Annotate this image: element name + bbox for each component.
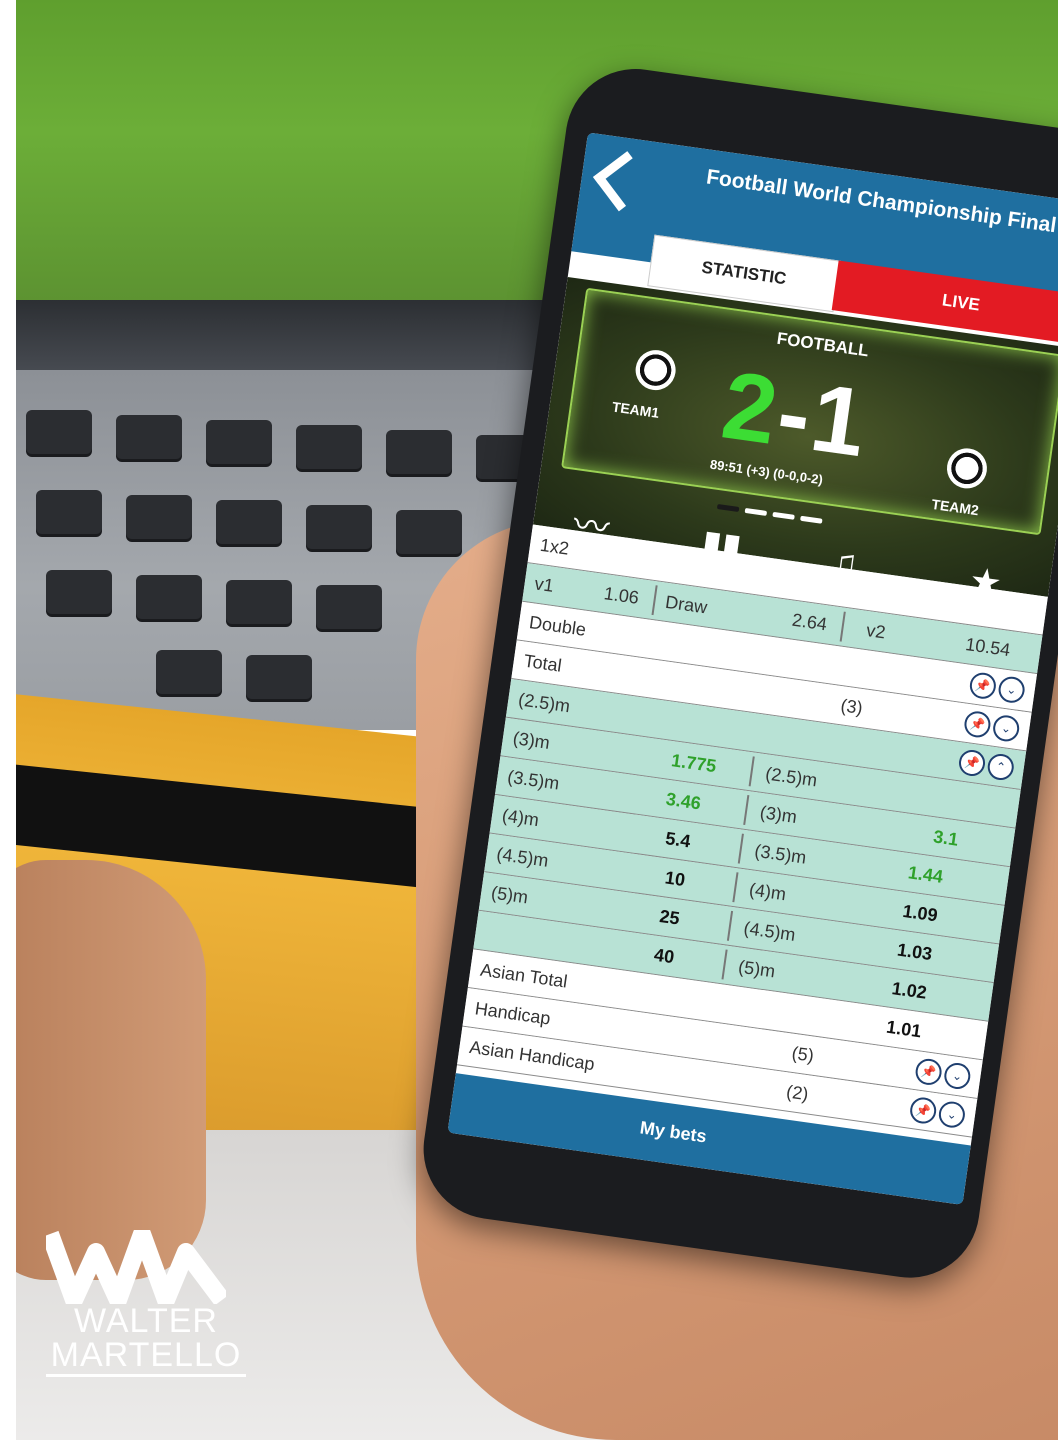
total-line-label: (3)m — [758, 802, 799, 827]
chevron-down-icon[interactable]: ⌄ — [942, 1061, 972, 1091]
keyboard-key — [316, 585, 382, 629]
carousel-dot[interactable] — [744, 507, 768, 516]
market-controls: 📌 ⌄ — [960, 709, 1021, 744]
market-count: (2) — [785, 1081, 810, 1105]
back-arrow-icon[interactable] — [592, 151, 654, 212]
market-controls: 📌 ⌄ — [965, 671, 1027, 705]
keyboard-key — [116, 415, 182, 459]
keyboard-key — [386, 430, 452, 474]
pin-icon[interactable]: 📌 — [968, 671, 998, 701]
away-team-name: TEAM2 — [930, 495, 980, 519]
total-line-odd[interactable]: 40 — [653, 945, 676, 969]
keyboard-key — [306, 505, 372, 549]
keyboard-key — [46, 570, 112, 614]
logo-line-1: WALTER — [74, 1302, 218, 1340]
divider — [726, 910, 734, 941]
keyboard-key — [206, 420, 272, 464]
keyboard-key — [226, 580, 292, 624]
divider — [748, 756, 755, 787]
my-bets-button[interactable]: My bets — [639, 1117, 708, 1147]
carousel-dot[interactable] — [716, 504, 740, 513]
total-line-odd[interactable]: 25 — [658, 906, 681, 930]
total-line-label: (4.5)m — [495, 843, 550, 871]
total-line-odd[interactable]: 3.1 — [932, 826, 960, 850]
keyboard-key — [216, 500, 282, 544]
chevron-up-icon[interactable]: ⌃ — [986, 752, 1016, 782]
total-line-odd[interactable]: 1.09 — [901, 901, 938, 927]
page-title: Football World Championship Final — [704, 165, 1058, 238]
total-line-label: (5)m — [737, 956, 777, 982]
total-line-odd[interactable]: 1.03 — [896, 939, 933, 965]
pin-icon[interactable]: 📌 — [908, 1095, 938, 1126]
market-label: Asian Handicap — [468, 1036, 596, 1075]
divider — [839, 611, 846, 642]
v1-odd[interactable]: 1.06 — [603, 583, 640, 609]
pin-icon[interactable]: 📌 — [913, 1057, 944, 1087]
photo-scene: Football World Championship Final STATIS… — [16, 0, 1058, 1440]
total-line-label: (5)m — [489, 882, 530, 908]
market-controls: 📌 ⌄ — [911, 1057, 972, 1091]
total-line-label: (4)m — [747, 879, 788, 905]
betting-markets: 1x2 v1 1.06 Draw 2.64 v2 10.54 Double 📌 ⌄ — [456, 524, 1048, 1138]
market-label: Double — [527, 612, 588, 640]
market-label: Handicap — [473, 998, 552, 1029]
carousel-dot[interactable] — [772, 511, 795, 520]
draw-odd[interactable]: 2.64 — [791, 610, 828, 636]
keyboard-key — [126, 495, 192, 539]
carousel-dot[interactable] — [800, 515, 823, 524]
wm-monogram-icon — [46, 1230, 226, 1304]
total-line-label: (2.5)m — [764, 763, 819, 791]
total-line-label: (3)m — [511, 727, 552, 753]
total-line-odd[interactable]: 10 — [664, 867, 687, 891]
left-hand — [16, 860, 206, 1280]
total-line-odd[interactable]: 1.02 — [890, 978, 928, 1004]
total-line-label: (3.5)m — [506, 766, 561, 794]
pin-icon[interactable]: 📌 — [957, 748, 987, 778]
total-line-label: (4.5)m — [742, 917, 797, 945]
market-controls: 📌 ⌃ — [954, 748, 1016, 782]
chevron-down-icon[interactable]: ⌄ — [991, 713, 1021, 744]
total-line-odd[interactable]: 1.01 — [885, 1017, 922, 1043]
walter-martello-logo: WALTER MARTELLO — [46, 1230, 246, 1377]
market-count: (3) — [839, 695, 864, 719]
total-line-odd[interactable]: 5.4 — [664, 828, 692, 852]
keyboard-key — [26, 410, 92, 454]
keyboard-key — [296, 425, 362, 469]
v2-odd[interactable]: 10.54 — [964, 634, 1011, 661]
keyboard-key — [396, 510, 462, 554]
v2-label: v2 — [865, 620, 887, 643]
divider — [651, 585, 658, 616]
pin-icon[interactable]: 📌 — [962, 709, 993, 740]
keyboard-key — [136, 575, 202, 619]
keyboard-key — [36, 490, 102, 534]
divider — [737, 833, 744, 864]
soccer-ball-icon — [944, 445, 990, 491]
home-team-name: TEAM1 — [611, 398, 661, 421]
market-label: Total — [522, 650, 563, 676]
market-label: 1x2 — [538, 534, 571, 559]
chevron-down-icon[interactable]: ⌄ — [996, 675, 1027, 705]
total-line-odd[interactable]: 1.775 — [670, 750, 717, 777]
total-line-label: (4)m — [500, 805, 541, 831]
chevron-down-icon[interactable]: ⌄ — [937, 1099, 967, 1130]
market-count: (5) — [790, 1042, 816, 1066]
market-controls: 📌 ⌄ — [906, 1095, 967, 1130]
total-line-label: (2.5)m — [517, 689, 572, 717]
divider — [732, 872, 739, 903]
total-line-label: (3.5)m — [753, 840, 808, 868]
market-label: Asian Total — [479, 959, 569, 992]
draw-label: Draw — [664, 591, 709, 618]
divider — [743, 795, 750, 825]
divider — [721, 949, 728, 980]
total-line-odd[interactable]: 1.44 — [907, 862, 944, 888]
soccer-ball-icon — [633, 347, 679, 393]
v1-label: v1 — [533, 573, 555, 596]
logo-line-2: MARTELLO — [46, 1338, 246, 1377]
keyboard-key — [156, 650, 222, 694]
keyboard-key — [246, 655, 312, 699]
total-line-odd[interactable]: 3.46 — [665, 789, 702, 815]
